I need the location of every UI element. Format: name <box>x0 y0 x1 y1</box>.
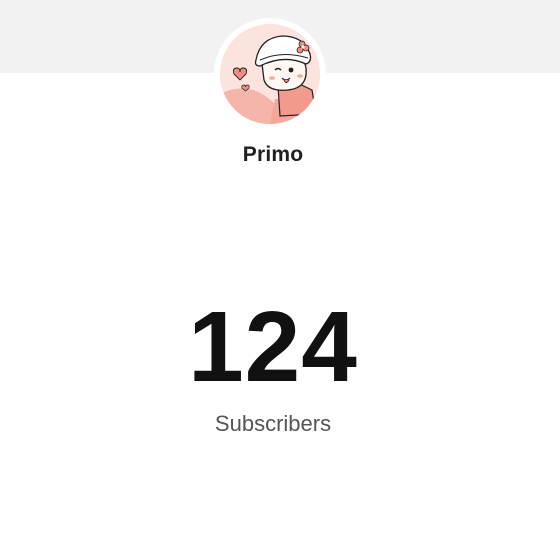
subscriber-count: 124 <box>188 291 358 403</box>
channel-avatar[interactable] <box>220 24 320 124</box>
channel-name[interactable]: Primo <box>0 143 546 167</box>
subscriber-count-label: Subscribers <box>214 411 332 436</box>
cartoon-character-avatar-icon <box>220 24 320 124</box>
